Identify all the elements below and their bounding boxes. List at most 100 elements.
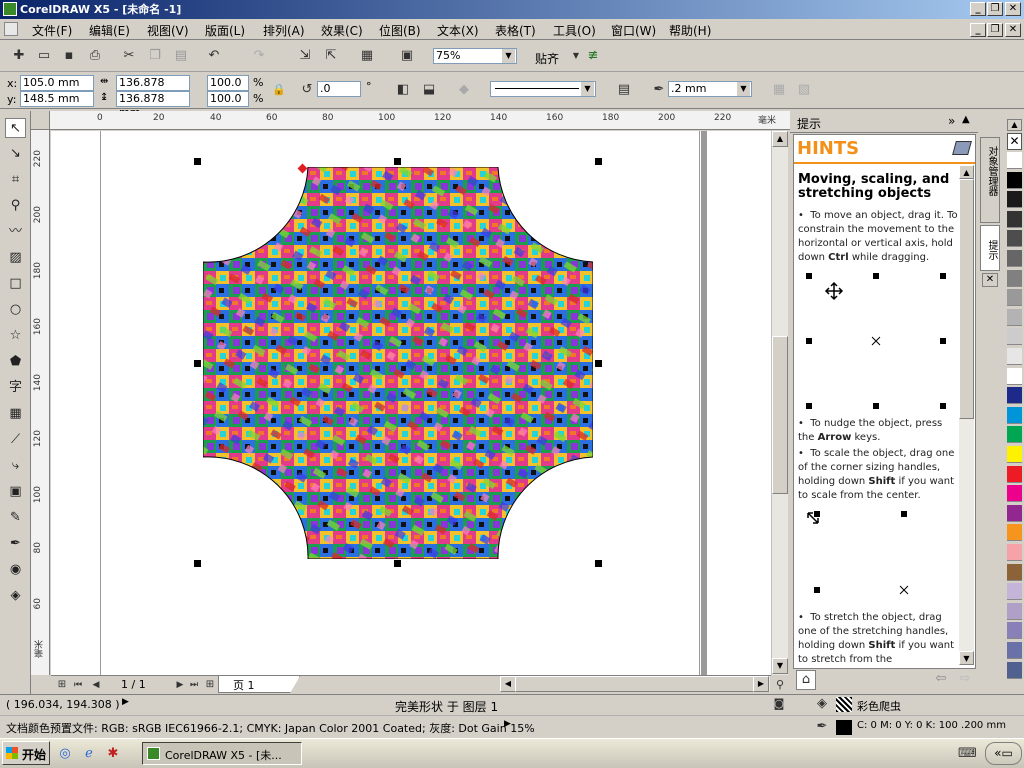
hscroll-thumb[interactable] bbox=[515, 676, 761, 692]
object-details-icon[interactable]: ◙ bbox=[770, 695, 788, 713]
start-button[interactable]: 开始 bbox=[2, 741, 50, 765]
y-position-input[interactable]: 148.5 mm bbox=[20, 91, 94, 107]
ruler-origin[interactable] bbox=[31, 111, 50, 130]
eyedropper-tool-icon[interactable]: ✎ bbox=[5, 508, 26, 528]
color-swatch[interactable] bbox=[1007, 544, 1022, 561]
play-arrow-icon[interactable]: ▶ bbox=[122, 697, 129, 707]
hints-book-icon[interactable] bbox=[952, 141, 972, 155]
doc-restore-button[interactable]: ❐ bbox=[987, 23, 1003, 37]
tab-close-icon[interactable]: ✕ bbox=[982, 273, 998, 287]
color-swatch[interactable] bbox=[1007, 230, 1022, 248]
undo-icon[interactable]: ↶ bbox=[205, 47, 223, 65]
import-icon[interactable]: ⇲ bbox=[296, 47, 314, 65]
menu-bitmaps[interactable]: 位图(B) bbox=[379, 22, 421, 39]
perfect-shape-object[interactable] bbox=[203, 167, 593, 559]
rectangle-tool-icon[interactable]: □ bbox=[5, 274, 26, 294]
color-swatch[interactable] bbox=[1007, 191, 1022, 209]
ie-icon[interactable]: ℯ bbox=[80, 745, 98, 763]
no-color-swatch[interactable]: ✕ bbox=[1007, 133, 1022, 150]
color-swatch[interactable] bbox=[1007, 465, 1022, 483]
color-swatch[interactable] bbox=[1007, 504, 1022, 522]
ellipse-tool-icon[interactable]: ○ bbox=[5, 300, 26, 320]
x-position-input[interactable]: 105.0 mm bbox=[20, 75, 94, 91]
play-arrow-icon[interactable]: ▶ bbox=[504, 719, 511, 729]
redo-icon[interactable]: ↷ bbox=[250, 47, 268, 65]
color-swatch[interactable] bbox=[1007, 426, 1022, 444]
color-swatch[interactable] bbox=[1007, 367, 1022, 385]
menu-help[interactable]: 帮助(H) bbox=[669, 22, 711, 39]
doc-close-button[interactable]: ✕ bbox=[1005, 23, 1021, 37]
menu-text[interactable]: 文本(X) bbox=[437, 22, 479, 39]
selection-handle-bottom-right[interactable] bbox=[595, 560, 602, 567]
add-page-after-icon[interactable]: ⊞ bbox=[201, 676, 219, 694]
menu-view[interactable]: 视图(V) bbox=[147, 22, 189, 39]
scale-y-input[interactable]: 100.0 bbox=[207, 91, 249, 107]
maximize-button[interactable]: ❐ bbox=[987, 2, 1003, 16]
taskbar-item-coreldraw[interactable]: CorelDRAW X5 - [未... bbox=[142, 742, 302, 765]
text-tool-icon[interactable]: 字 bbox=[5, 378, 26, 398]
minimize-button[interactable]: _ bbox=[970, 2, 986, 16]
vertical-scrollbar[interactable]: ▲ ▼ bbox=[771, 131, 788, 675]
pin-icon[interactable]: ✱ bbox=[104, 745, 122, 763]
hints-scrollbar[interactable]: ▲ ▼ bbox=[959, 165, 974, 665]
doc-minimize-button[interactable]: _ bbox=[970, 23, 986, 37]
selection-handle-bottom-left[interactable] bbox=[194, 560, 201, 567]
dimension-tool-icon[interactable]: ⟋ bbox=[5, 430, 26, 450]
color-swatch[interactable] bbox=[1007, 328, 1022, 346]
scroll-down-button[interactable]: ▼ bbox=[772, 658, 788, 674]
tray-expand-button[interactable]: «▭ bbox=[985, 742, 1022, 765]
tab-object-manager[interactable]: 对象管理器 bbox=[980, 137, 1000, 223]
color-swatch[interactable] bbox=[1007, 308, 1022, 326]
tab-hints[interactable]: 提示 bbox=[980, 225, 1000, 271]
docker-menu-icon[interactable]: ▲ bbox=[962, 114, 970, 125]
crop-tool-icon[interactable]: ⌗ bbox=[5, 170, 26, 190]
coreldraw-app-icon[interactable] bbox=[3, 2, 17, 16]
polygon-tool-icon[interactable]: ☆ bbox=[5, 326, 26, 346]
basic-shapes-tool-icon[interactable]: ⬟ bbox=[5, 352, 26, 372]
pick-tool-icon[interactable]: ↖ bbox=[5, 118, 26, 138]
selection-handle-top[interactable] bbox=[394, 158, 401, 165]
hints-back-icon[interactable]: ⇦ bbox=[932, 670, 950, 688]
color-swatch[interactable] bbox=[1007, 524, 1022, 542]
mirror-horizontal-icon[interactable]: ◧ bbox=[394, 81, 412, 99]
text-wrap-icon[interactable]: ▤ bbox=[615, 81, 633, 99]
collapse-docker-icon[interactable]: » bbox=[948, 114, 955, 128]
interactive-fill-tool-icon[interactable]: ◈ bbox=[5, 586, 26, 606]
color-swatch[interactable] bbox=[1007, 210, 1022, 228]
color-swatch[interactable] bbox=[1007, 642, 1022, 659]
previous-page-icon[interactable]: ◀ bbox=[87, 676, 105, 694]
hints-scroll-down-button[interactable]: ▼ bbox=[959, 651, 974, 665]
export-icon[interactable]: ⇱ bbox=[322, 47, 340, 65]
horizontal-scrollbar[interactable]: ◀ ▶ bbox=[500, 676, 770, 692]
selection-handle-left[interactable] bbox=[194, 360, 201, 367]
scroll-up-button[interactable]: ▲ bbox=[772, 131, 788, 147]
menu-effects[interactable]: 效果(C) bbox=[321, 22, 363, 39]
color-swatch[interactable] bbox=[1007, 485, 1022, 503]
outline-width-select[interactable]: .2 mm ▼ bbox=[668, 81, 752, 97]
menu-tools[interactable]: 工具(O) bbox=[553, 22, 596, 39]
page-tab-1[interactable]: 页 1 bbox=[218, 676, 300, 693]
color-swatch[interactable] bbox=[1007, 289, 1022, 307]
close-button[interactable]: ✕ bbox=[1005, 2, 1021, 16]
color-swatch[interactable] bbox=[1007, 622, 1022, 640]
scroll-thumb[interactable] bbox=[772, 336, 788, 494]
outline-style-select[interactable]: ▼ bbox=[490, 81, 596, 97]
hints-scroll-up-button[interactable]: ▲ bbox=[959, 165, 974, 179]
keyboard-icon[interactable]: ⌨ bbox=[958, 745, 977, 763]
menu-layout[interactable]: 版面(L) bbox=[205, 22, 245, 39]
selection-handle-right[interactable] bbox=[595, 360, 602, 367]
color-swatch[interactable] bbox=[1007, 387, 1022, 405]
palette-scroll-up-icon[interactable]: ▲ bbox=[1007, 119, 1022, 131]
outline-tool-icon[interactable]: ✒ bbox=[5, 534, 26, 554]
selection-handle-bottom[interactable] bbox=[394, 560, 401, 567]
print-icon[interactable]: ⎙ bbox=[86, 47, 104, 65]
color-swatch[interactable] bbox=[1007, 171, 1022, 189]
menu-window[interactable]: 窗口(W) bbox=[611, 22, 656, 39]
selection-handle-top-left[interactable] bbox=[194, 158, 201, 165]
options-icon[interactable]: ≢ bbox=[584, 47, 602, 65]
width-input[interactable]: 136.878 mm bbox=[116, 75, 190, 103]
menu-table[interactable]: 表格(T) bbox=[495, 22, 536, 39]
rotation-angle-input[interactable]: .0 bbox=[317, 81, 361, 97]
connector-tool-icon[interactable]: ⤷ bbox=[5, 456, 26, 476]
open-icon[interactable]: ▭ bbox=[35, 47, 53, 65]
